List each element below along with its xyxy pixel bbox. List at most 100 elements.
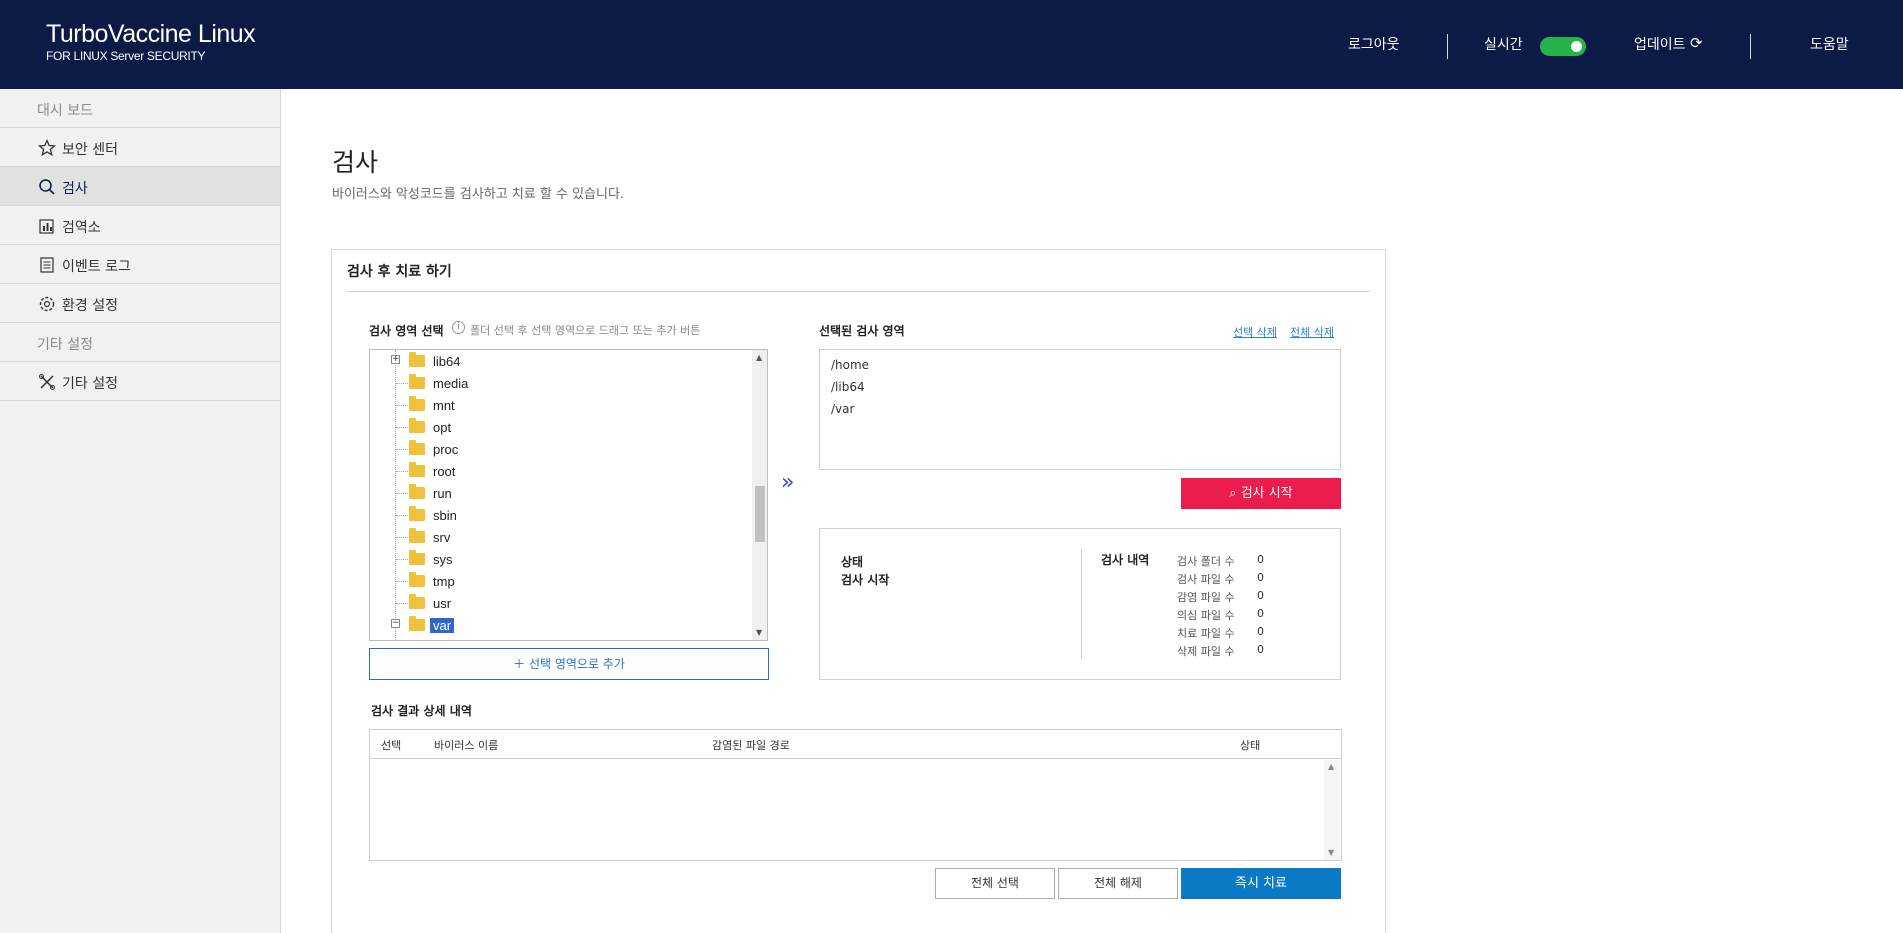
divider	[1081, 549, 1082, 659]
heal-now-button[interactable]: 즉시 치료	[1181, 868, 1341, 899]
panel-title: 검사 후 치료 하기	[347, 264, 452, 280]
sidebar-item-security-center[interactable]: 보안 센터	[0, 128, 280, 167]
folder-icon	[409, 506, 425, 521]
gear-icon	[39, 296, 55, 312]
sidebar-item-label: 환경 설정	[62, 298, 118, 314]
delete-selected-link[interactable]: 선택 삭제	[1233, 324, 1277, 340]
tree-node[interactable]: media	[370, 374, 750, 396]
column-header-status[interactable]: 상태	[1240, 737, 1260, 753]
tree-node-label[interactable]: lib64	[430, 354, 463, 369]
select-all-button[interactable]: 전체 선택	[935, 868, 1055, 899]
tree-node-label[interactable]: srv	[430, 530, 453, 545]
folder-icon	[409, 528, 425, 543]
list-item[interactable]: /var	[831, 402, 854, 416]
sidebar-section-dashboard[interactable]: 대시 보드	[0, 89, 280, 128]
plus-icon: ＋	[513, 657, 529, 671]
tree-connector	[396, 405, 408, 406]
tree-node[interactable]: usr	[370, 594, 750, 616]
tree-node-label[interactable]: root	[430, 464, 458, 479]
tree-connector	[396, 471, 408, 472]
folder-icon	[409, 484, 425, 499]
list-item[interactable]: /lib64	[831, 380, 865, 394]
tree-node-label[interactable]: var	[430, 618, 455, 633]
realtime-toggle[interactable]	[1540, 37, 1586, 56]
stat-value: 0	[1257, 625, 1264, 638]
tree-node[interactable]: root	[370, 462, 750, 484]
tree-node-label[interactable]: proc	[430, 442, 461, 457]
sidebar-item-label: 이벤트 로그	[62, 259, 131, 275]
stat-value: 0	[1257, 553, 1264, 566]
table-scrollbar[interactable]: ▲ ▼	[1324, 760, 1340, 860]
sidebar-item-quarantine[interactable]: 검역소	[0, 206, 280, 245]
scroll-down-icon[interactable]: ▼	[756, 628, 762, 637]
sidebar-section-etc[interactable]: 기타 설정	[0, 323, 280, 362]
scroll-up-icon[interactable]: ▲	[756, 353, 762, 362]
folder-open-icon	[409, 616, 425, 631]
info-icon: i	[452, 321, 465, 334]
tree-connector	[396, 537, 408, 538]
stat-label: 검사 폴더 수	[1177, 555, 1235, 568]
tree-node[interactable]: opt	[370, 418, 750, 440]
column-header-virus-name[interactable]: 바이러스 이름	[434, 737, 498, 753]
sidebar-item-etc-settings[interactable]: 기타 설정	[0, 362, 280, 401]
page-title: 검사	[332, 148, 379, 177]
tree-node-label[interactable]: media	[430, 376, 471, 391]
tree-scroll-thumb[interactable]	[755, 486, 765, 542]
expand-icon[interactable]: +	[391, 355, 400, 364]
folder-icon	[409, 594, 425, 609]
log-icon	[40, 257, 54, 273]
column-header-file-path[interactable]: 감염된 파일 경로	[712, 737, 790, 753]
tree-node[interactable]: + lib64	[370, 352, 750, 374]
scroll-down-icon[interactable]: ▼	[1328, 848, 1334, 857]
scroll-up-icon[interactable]: ▲	[1328, 762, 1334, 771]
tree-node[interactable]: proc	[370, 440, 750, 462]
folder-tree[interactable]: + lib64 media mnt opt proc root run sbin	[369, 349, 768, 641]
search-icon: ⌕	[1229, 486, 1241, 501]
folder-icon	[409, 462, 425, 477]
tree-connector	[396, 449, 408, 450]
stat-value: 0	[1257, 571, 1264, 584]
sidebar-item-scan[interactable]: 검사	[0, 167, 280, 206]
stat-label: 검사 파일 수	[1177, 573, 1235, 586]
tree-node-label[interactable]: sys	[430, 552, 456, 567]
sidebar-item-label: 검역소	[62, 220, 101, 236]
tree-node-label[interactable]: mnt	[430, 398, 458, 413]
logout-link[interactable]: 로그아웃	[1348, 34, 1400, 54]
stat-label: 의심 파일 수	[1177, 609, 1235, 622]
divider	[347, 291, 1370, 292]
delete-all-link[interactable]: 전체 삭제	[1290, 324, 1334, 340]
sidebar-item-label: 기타 설정	[37, 337, 93, 353]
add-to-selection-button[interactable]: ＋ 선택 영역으로 추가	[369, 648, 769, 680]
sidebar-item-label: 기타 설정	[62, 376, 118, 392]
help-link[interactable]: 도움말	[1810, 34, 1849, 54]
tree-node[interactable]: sys	[370, 550, 750, 572]
tree-node[interactable]: run	[370, 484, 750, 506]
add-button-label: 선택 영역으로 추가	[528, 657, 625, 671]
refresh-icon[interactable]: ⟳	[1690, 34, 1703, 52]
tree-node-label[interactable]: usr	[430, 596, 454, 611]
folder-icon	[409, 396, 425, 411]
update-link[interactable]: 업데이트	[1634, 34, 1686, 54]
list-item[interactable]: /home	[831, 358, 869, 372]
move-right-icon[interactable]: »	[781, 470, 794, 495]
scan-area-hint: 폴더 선택 후 선택 영역으로 드래그 또는 추가 버튼	[470, 324, 701, 337]
result-table: 선택 바이러스 이름 감염된 파일 경로 상태 ▲ ▼	[369, 729, 1342, 861]
sidebar-item-event-log[interactable]: 이벤트 로그	[0, 245, 280, 284]
tree-node[interactable]: sbin	[370, 506, 750, 528]
sidebar-item-settings[interactable]: 환경 설정	[0, 284, 280, 323]
folder-icon	[409, 374, 425, 389]
tree-node-label[interactable]: opt	[430, 420, 454, 435]
tree-node-label[interactable]: tmp	[430, 574, 458, 589]
tree-node[interactable]: − var	[370, 616, 750, 638]
scan-start-button[interactable]: ⌕ 검사 시작	[1181, 478, 1341, 509]
column-header-select[interactable]: 선택	[381, 737, 401, 753]
tree-node-label[interactable]: run	[430, 486, 455, 501]
collapse-icon[interactable]: −	[391, 619, 400, 628]
star-icon	[38, 139, 56, 157]
tree-node[interactable]: srv	[370, 528, 750, 550]
tree-node[interactable]: tmp	[370, 572, 750, 594]
deselect-all-button[interactable]: 전체 해제	[1058, 868, 1178, 899]
tree-node[interactable]: mnt	[370, 396, 750, 418]
tree-node-label[interactable]: sbin	[430, 508, 460, 523]
selected-paths-list[interactable]: /home /lib64 /var	[819, 349, 1341, 470]
